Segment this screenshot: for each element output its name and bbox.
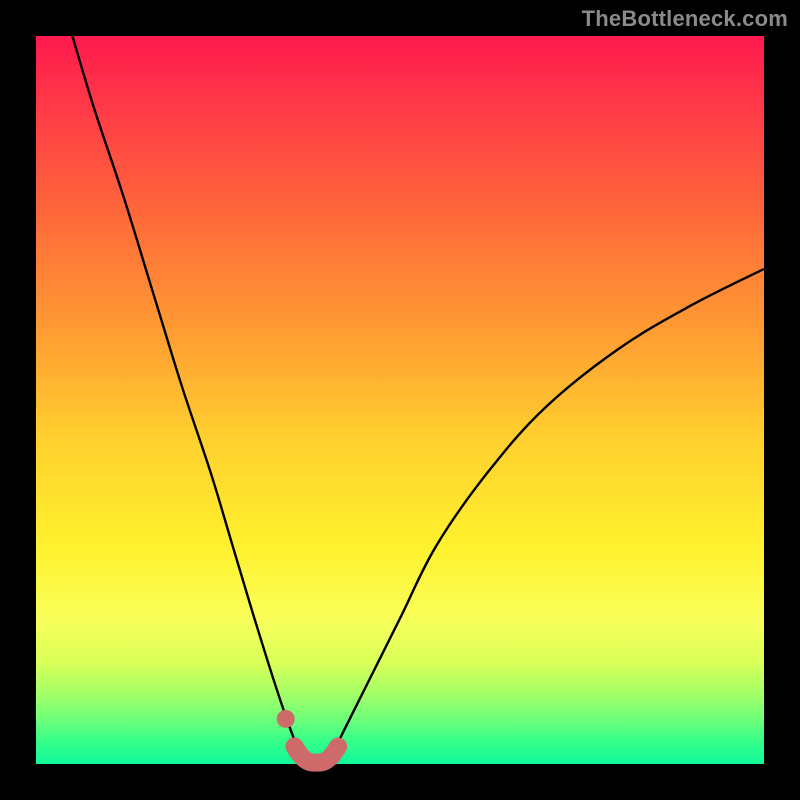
chart-frame: TheBottleneck.com <box>0 0 800 800</box>
watermark-text: TheBottleneck.com <box>582 6 788 32</box>
curve-layer <box>36 36 764 764</box>
plot-area <box>36 36 764 764</box>
curve-left-branch <box>72 36 298 749</box>
left-dot-marker <box>277 710 295 728</box>
valley-highlight <box>294 747 338 763</box>
curve-right-branch <box>334 269 764 749</box>
